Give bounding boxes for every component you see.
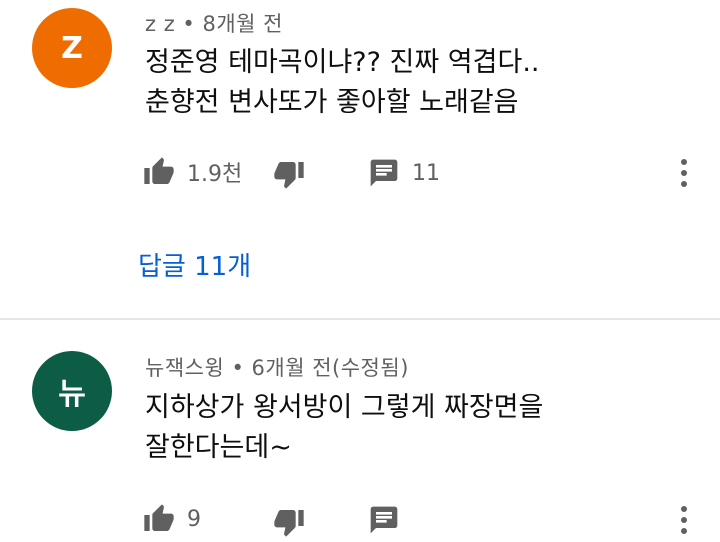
thumbs-up-icon bbox=[144, 504, 174, 531]
comment-text-line: 잘한다는데~ bbox=[145, 432, 292, 463]
avatar-letter: 뉴 bbox=[58, 377, 86, 412]
comment-time[interactable]: 6개월 전(수정됨) bbox=[252, 356, 409, 380]
thumbs-down-icon bbox=[274, 510, 304, 537]
dislike-button[interactable] bbox=[273, 506, 305, 538]
reply-count: 11 bbox=[412, 160, 440, 186]
comment-text-line: 춘향전 변사또가 좋아할 노래같음 bbox=[145, 87, 519, 118]
reply-icon bbox=[370, 506, 398, 534]
comment-text-line: 지하상가 왕서방이 그렇게 짜장면을 bbox=[145, 392, 544, 423]
comment-meta: z z • 8개월 전 bbox=[145, 8, 283, 38]
more-options-button[interactable] bbox=[672, 157, 696, 189]
dislike-button[interactable] bbox=[273, 158, 305, 190]
thumbs-down-icon bbox=[274, 162, 304, 189]
comment-text: 정준영 테마곡이냐?? 진짜 역겹다.. 춘향전 변사또가 좋아할 노래같음 bbox=[145, 43, 540, 123]
author-name[interactable]: z z bbox=[145, 12, 175, 36]
like-button[interactable]: 1.9천 bbox=[143, 156, 242, 188]
avatar-letter: Z bbox=[61, 30, 83, 66]
comment-meta: 뉴잭스윙 • 6개월 전(수정됨) bbox=[145, 352, 409, 382]
avatar[interactable]: Z bbox=[32, 8, 112, 88]
comment-2: 뉴 뉴잭스윙 • 6개월 전(수정됨) 지하상가 왕서방이 그렇게 짜장면을 잘… bbox=[0, 320, 720, 542]
view-replies-link[interactable]: 답글 11개 bbox=[138, 246, 251, 283]
comment-1: Z z z • 8개월 전 정준영 테마곡이냐?? 진짜 역겹다.. 춘향전 변… bbox=[0, 0, 720, 318]
reply-button[interactable] bbox=[368, 504, 400, 536]
reply-button[interactable]: 11 bbox=[368, 157, 440, 189]
thumbs-up-icon bbox=[144, 157, 174, 184]
author-name[interactable]: 뉴잭스윙 bbox=[145, 356, 224, 380]
more-vert-icon bbox=[681, 159, 687, 187]
meta-separator: • bbox=[182, 12, 196, 36]
like-count: 9 bbox=[187, 506, 201, 532]
more-options-button[interactable] bbox=[672, 504, 696, 536]
comment-text: 지하상가 왕서방이 그렇게 짜장면을 잘한다는데~ bbox=[145, 388, 543, 468]
avatar[interactable]: 뉴 bbox=[32, 351, 112, 431]
meta-separator: • bbox=[231, 356, 245, 380]
comment-time[interactable]: 8개월 전 bbox=[203, 12, 284, 36]
more-vert-icon bbox=[681, 506, 687, 534]
like-button[interactable]: 9 bbox=[143, 503, 201, 535]
comment-text-line: 정준영 테마곡이냐?? 진짜 역겹다.. bbox=[145, 47, 540, 78]
like-count: 1.9천 bbox=[187, 162, 243, 187]
reply-icon bbox=[370, 159, 398, 187]
